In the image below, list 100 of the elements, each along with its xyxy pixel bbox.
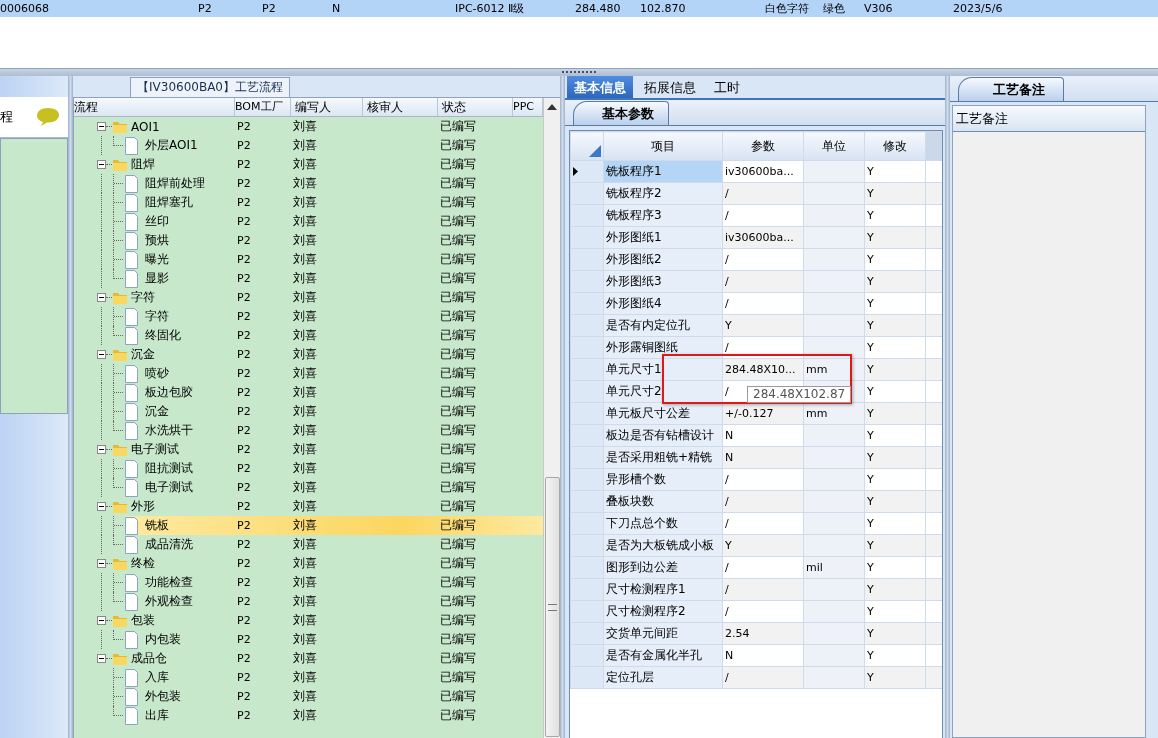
table-cell-text: 绿色 <box>823 1 846 16</box>
tree-row[interactable]: 阻焊 P2 刘喜 已编写 <box>74 155 543 174</box>
tree-row[interactable]: 外形 P2 刘喜 已编写 <box>74 497 543 516</box>
speech-bubble-icon[interactable] <box>36 107 60 127</box>
document-icon <box>125 516 138 535</box>
tree-row[interactable]: 字符 P2 刘喜 已编写 <box>74 307 543 326</box>
tree-row[interactable]: 曝光 P2 刘喜 已编写 <box>74 250 543 269</box>
splitter-bar[interactable] <box>945 76 950 738</box>
scrollbar[interactable] <box>543 98 560 738</box>
tree-row[interactable]: 包装 P2 刘喜 已编写 <box>74 611 543 630</box>
tree-row[interactable]: 终固化 P2 刘喜 已编写 <box>74 326 543 345</box>
column-header[interactable]: 核审人 <box>363 98 438 116</box>
table-cell-text: P2 <box>236 138 252 154</box>
tree-row[interactable]: AOI1 P2 刘喜 已编写 <box>74 117 543 136</box>
tree-row[interactable]: 入库 P2 刘喜 已编写 <box>74 668 543 687</box>
table-cell-text: 0006068 <box>0 2 50 15</box>
tree-row[interactable]: 电子测试 P2 刘喜 已编写 <box>74 478 543 497</box>
section-tab[interactable]: 基本参数 <box>573 101 669 125</box>
tree-node-label: 预烘 <box>145 232 169 249</box>
tree-row[interactable]: 阻抗测试 P2 刘喜 已编写 <box>74 459 543 478</box>
tree-node-label: 功能检查 <box>145 574 193 591</box>
table-cell-text: 刘喜 <box>292 194 318 211</box>
table-cell-text: 刘喜 <box>292 688 318 705</box>
tree-row[interactable]: 电子测试 P2 刘喜 已编写 <box>74 440 543 459</box>
tree-node-label: 出库 <box>145 707 169 724</box>
tree-row[interactable]: 板边包胶 P2 刘喜 已编写 <box>74 383 543 402</box>
tab[interactable]: 拓展信息 <box>637 76 703 98</box>
table-cell-text: 已编写 <box>439 707 477 724</box>
tree-row[interactable]: 成品仓 P2 刘喜 已编写 <box>74 649 543 668</box>
tab[interactable]: 工时 <box>707 76 747 98</box>
tab[interactable]: 基本信息 <box>567 76 633 98</box>
collapse-toggle[interactable] <box>97 293 106 302</box>
tree-row[interactable]: 沉金 P2 刘喜 已编写 <box>74 345 543 364</box>
table-cell-text: P2 <box>236 290 252 306</box>
tree-node-label: 外包装 <box>145 688 181 705</box>
table-cell-text: 已编写 <box>439 118 477 135</box>
column-header[interactable]: 编写人 <box>291 98 363 116</box>
table-cell-text: 刘喜 <box>292 270 318 287</box>
tree-row[interactable]: 终检 P2 刘喜 已编写 <box>74 554 543 573</box>
tree-row[interactable]: 喷砂 P2 刘喜 已编写 <box>74 364 543 383</box>
scroll-thumb[interactable] <box>544 477 560 737</box>
tree-node-label: 成品清洗 <box>145 536 193 553</box>
collapse-toggle[interactable] <box>97 160 106 169</box>
tree-row[interactable]: 字符 P2 刘喜 已编写 <box>74 288 543 307</box>
table-cell-text: 刘喜 <box>292 669 318 686</box>
folder-icon <box>112 347 128 362</box>
splitter-bar[interactable] <box>0 68 1158 76</box>
column-header[interactable]: 修改 <box>864 131 926 161</box>
tree-row[interactable]: 显影 P2 刘喜 已编写 <box>74 269 543 288</box>
tree-row[interactable]: 成品清洗 P2 刘喜 已编写 <box>74 535 543 554</box>
collapse-toggle[interactable] <box>97 122 106 131</box>
table-cell-text: 刘喜 <box>292 232 318 249</box>
notes-field[interactable] <box>953 132 1145 737</box>
column-header[interactable]: 状态 <box>438 98 513 116</box>
collapse-toggle[interactable] <box>97 445 106 454</box>
collapse-toggle[interactable] <box>97 559 106 568</box>
document-icon <box>125 592 138 611</box>
document-icon <box>125 706 138 725</box>
tree-row[interactable]: 沉金 P2 刘喜 已编写 <box>74 402 543 421</box>
table-cell-text: 刘喜 <box>292 422 318 439</box>
table-cell-text: P2 <box>236 233 252 249</box>
table-cell-text: V306 <box>864 2 894 15</box>
table-cell-text: 刘喜 <box>292 498 318 515</box>
tree-row[interactable]: 阻焊塞孔 P2 刘喜 已编写 <box>74 193 543 212</box>
table-cell-text: P2 <box>236 594 252 610</box>
tree-node-label: AOI1 <box>131 119 160 134</box>
row-header[interactable] <box>570 160 604 183</box>
tree-row[interactable]: 水洗烘干 P2 刘喜 已编写 <box>74 421 543 440</box>
table-cell-text: 刘喜 <box>292 175 318 192</box>
table-cell-text: 已编写 <box>439 137 477 154</box>
record-row[interactable]: 0006068 P2 P2 N IPC-6012 Ⅱ级 284.480 102.870 白色字符 绿色 V306 2023/5/6 <box>0 0 1158 17</box>
tree-row[interactable]: 内包装 P2 刘喜 已编写 <box>74 630 543 649</box>
tree-row[interactable]: 阻焊前处理 P2 刘喜 已编写 <box>74 174 543 193</box>
collapse-toggle[interactable] <box>97 502 106 511</box>
tree-row[interactable]: 功能检查 P2 刘喜 已编写 <box>74 573 543 592</box>
scroll-up-icon[interactable] <box>547 104 557 110</box>
column-header[interactable]: BOM工厂 <box>235 98 291 116</box>
collapse-toggle[interactable] <box>97 654 106 663</box>
tree-row[interactable]: 出库 P2 刘喜 已编写 <box>74 706 543 725</box>
column-header[interactable]: 参数 <box>722 131 804 161</box>
table-cell-text: P2 <box>236 176 252 192</box>
tree-row[interactable]: 外包装 P2 刘喜 已编写 <box>74 687 543 706</box>
tree-row[interactable]: 外层AOI1 P2 刘喜 已编写 <box>74 136 543 155</box>
table-cell-text: 已编写 <box>439 669 477 686</box>
column-header[interactable]: 项目 <box>603 131 723 161</box>
tree-node-label: 阻焊前处理 <box>145 175 205 192</box>
table-cell-text: IPC-6012 Ⅱ级 <box>455 1 526 16</box>
collapse-toggle[interactable] <box>97 350 106 359</box>
tree-row[interactable]: 预烘 P2 刘喜 已编写 <box>74 231 543 250</box>
collapse-toggle[interactable] <box>97 616 106 625</box>
table-cell-text: P2 <box>198 2 213 15</box>
tree-row[interactable]: 外观检查 P2 刘喜 已编写 <box>74 592 543 611</box>
column-header[interactable]: 流程 <box>74 98 235 116</box>
table-cell-text: 已编写 <box>439 422 477 439</box>
column-header[interactable]: 单位 <box>803 131 865 161</box>
tree-row[interactable]: 丝印 P2 刘喜 已编写 <box>74 212 543 231</box>
corner-cell[interactable] <box>570 131 604 161</box>
splitter-bar[interactable] <box>68 76 73 738</box>
section-tab[interactable]: 工艺备注 <box>958 77 1064 101</box>
document-icon <box>125 630 138 649</box>
